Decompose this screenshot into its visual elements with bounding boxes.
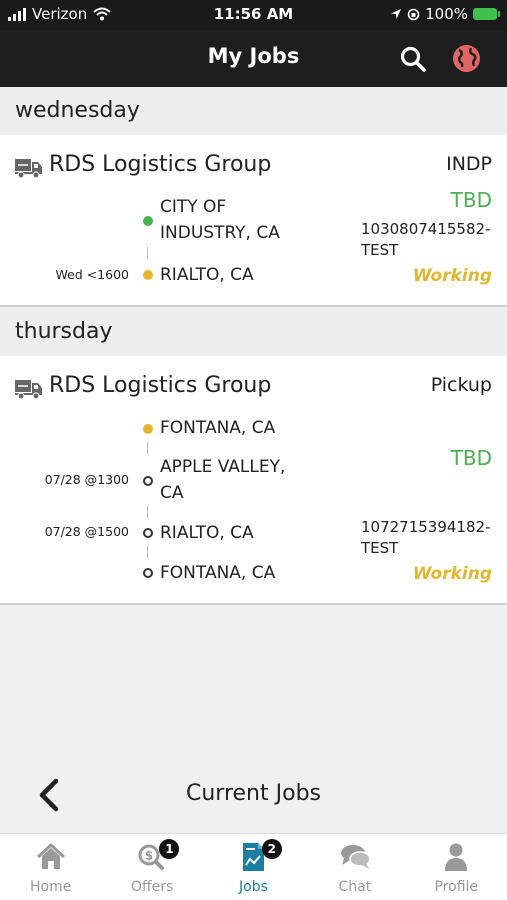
location-icon bbox=[391, 9, 402, 19]
tbd-label: TBD bbox=[450, 446, 492, 470]
tab-chat[interactable]: Chat bbox=[304, 834, 405, 900]
job-card[interactable]: RDS Logistics Group INDP TBD CITY OF IND… bbox=[0, 135, 507, 307]
rotation-lock-icon bbox=[407, 8, 420, 20]
stop-dot bbox=[143, 568, 153, 578]
stop-city-line: CA bbox=[160, 483, 184, 503]
route-connector bbox=[147, 546, 148, 558]
stop-city: APPLE VALLEY, CA bbox=[160, 454, 340, 506]
svg-text:$: $ bbox=[145, 849, 153, 863]
tab-offers[interactable]: $ 1 Offers bbox=[101, 834, 202, 900]
home-icon bbox=[36, 843, 65, 869]
offers-badge: 1 bbox=[159, 839, 180, 859]
profile-icon bbox=[445, 843, 468, 871]
tab-home[interactable]: Home bbox=[0, 834, 101, 900]
stop-dot bbox=[143, 424, 153, 434]
tab-label: Profile bbox=[434, 879, 479, 895]
route-connector bbox=[147, 442, 148, 454]
status-bar: Verizon 11:56 AM 100% bbox=[0, 0, 507, 30]
app-header: My Jobs bbox=[0, 30, 507, 87]
tab-label: Chat bbox=[338, 879, 372, 895]
route-connector bbox=[147, 247, 148, 259]
globe-icon[interactable] bbox=[452, 44, 481, 73]
tab-bar: Home $ 1 Offers 2 Jobs Chat Profile bbox=[0, 833, 507, 900]
tbd-label: TBD bbox=[450, 188, 492, 212]
company-name: RDS Logistics Group bbox=[49, 152, 272, 177]
tab-jobs[interactable]: 2 Jobs bbox=[203, 834, 304, 900]
page-title: My Jobs bbox=[207, 44, 300, 68]
day-header-thursday: thursday bbox=[0, 308, 507, 356]
stop-city-line: CITY OF bbox=[160, 197, 227, 217]
stop-city: RIALTO, CA bbox=[160, 523, 254, 543]
stop-city: FONTANA, CA bbox=[160, 563, 276, 583]
battery-percent: 100% bbox=[425, 5, 468, 23]
job-status: Working bbox=[412, 266, 492, 286]
stop-time: 07/28 @1500 bbox=[44, 524, 129, 539]
job-id-line: 1072715394182- bbox=[361, 518, 491, 536]
job-id-line: 1030807415582- bbox=[361, 220, 491, 238]
tab-label: Home bbox=[30, 879, 72, 895]
stop-time: Wed <1600 bbox=[55, 267, 129, 282]
job-id: 1030807415582- TEST bbox=[361, 219, 490, 261]
company-name: RDS Logistics Group bbox=[49, 373, 272, 398]
stop-dot bbox=[143, 528, 153, 538]
stop-city-line: APPLE VALLEY, bbox=[160, 457, 286, 477]
stop-city: RIALTO, CA bbox=[160, 265, 254, 285]
current-jobs-bar: Current Jobs bbox=[0, 760, 507, 833]
tab-label: Jobs bbox=[239, 879, 268, 895]
job-type: Pickup bbox=[430, 374, 492, 396]
status-right: 100% bbox=[390, 5, 500, 23]
tab-profile[interactable]: Profile bbox=[406, 834, 507, 900]
battery-icon bbox=[473, 8, 500, 20]
job-id-line: TEST bbox=[361, 539, 399, 557]
chat-icon bbox=[340, 845, 371, 869]
job-type: INDP bbox=[446, 153, 492, 175]
route-connector bbox=[147, 506, 148, 518]
stop-city: FONTANA, CA bbox=[160, 418, 276, 438]
day-header-wednesday: wednesday bbox=[0, 87, 507, 135]
truck-icon bbox=[15, 380, 42, 400]
current-jobs-title: Current Jobs bbox=[186, 781, 321, 806]
stop-city: CITY OF INDUSTRY, CA bbox=[160, 194, 340, 246]
stop-dot bbox=[143, 270, 153, 280]
stop-time: 07/28 @1300 bbox=[44, 472, 129, 487]
truck-icon bbox=[15, 159, 42, 179]
job-card[interactable]: RDS Logistics Group Pickup FONTANA, CA 0… bbox=[0, 356, 507, 605]
stop-dot bbox=[143, 216, 153, 226]
job-status: Working bbox=[412, 564, 492, 584]
stop-city-line: INDUSTRY, CA bbox=[160, 223, 280, 243]
job-id: 1072715394182- TEST bbox=[361, 517, 490, 559]
tab-label: Offers bbox=[130, 879, 174, 895]
job-id-line: TEST bbox=[361, 241, 399, 259]
jobs-badge: 2 bbox=[261, 839, 282, 859]
search-icon[interactable] bbox=[399, 45, 427, 73]
stop-dot bbox=[143, 476, 153, 486]
